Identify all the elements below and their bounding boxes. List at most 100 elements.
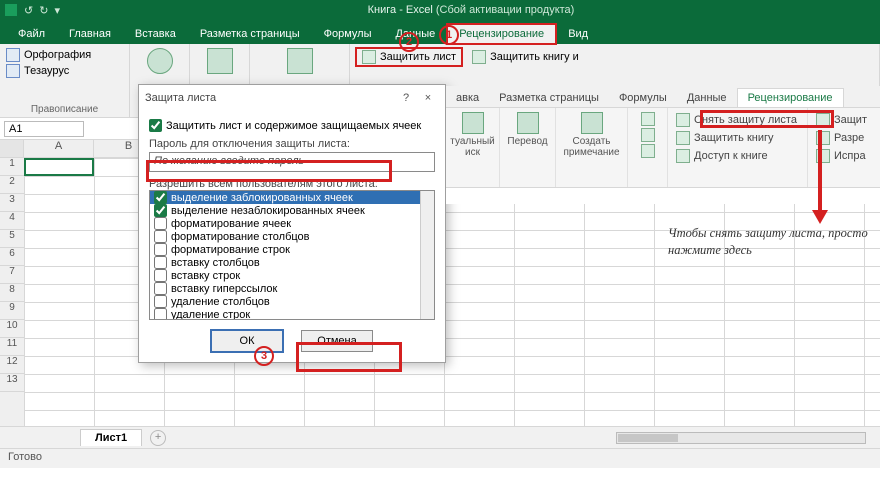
permission-checkbox[interactable] [154, 191, 167, 204]
protect-contents-label: Защитить лист и содержимое защищаемых яч… [166, 120, 421, 132]
permission-checkbox[interactable] [154, 308, 167, 320]
redo-icon[interactable]: ↻ [39, 4, 48, 17]
permission-item[interactable]: удаление столбцов [150, 295, 434, 308]
tab-formulas[interactable]: Формулы [312, 24, 384, 44]
qat-dropdown-icon[interactable]: ▾ [54, 4, 60, 17]
row-header[interactable]: 2 [0, 176, 24, 194]
name-box[interactable]: A1 [4, 121, 84, 137]
virtual-ink-label[interactable]: туальный иск [450, 136, 494, 158]
info-icon [147, 48, 173, 74]
spelling-button[interactable]: Орфография [6, 48, 123, 62]
tab-page-layout[interactable]: Разметка страницы [188, 24, 312, 44]
prev-comment-icon[interactable] [641, 112, 655, 126]
horizontal-scrollbar[interactable] [616, 432, 866, 444]
permission-checkbox[interactable] [154, 230, 167, 243]
permission-checkbox[interactable] [154, 282, 167, 295]
permission-checkbox[interactable] [154, 243, 167, 256]
add-sheet-button[interactable]: + [150, 430, 166, 446]
permissions-scrollbar[interactable] [420, 191, 434, 319]
row-header[interactable]: 1 [0, 158, 24, 176]
sheet-tab[interactable]: Лист1 [80, 429, 142, 446]
new-comment-button-2[interactable]: Создать примечание [563, 136, 619, 158]
tab-home[interactable]: Главная [57, 24, 123, 44]
row-header[interactable]: 12 [0, 356, 24, 374]
row-header[interactable]: 6 [0, 248, 24, 266]
row-header[interactable]: 9 [0, 302, 24, 320]
translate-button[interactable] [203, 46, 237, 76]
help-button[interactable]: ? [395, 92, 417, 104]
tab2-review[interactable]: Рецензирование [737, 88, 844, 107]
row-header[interactable]: 5 [0, 230, 24, 248]
protect-workbook-button[interactable]: Защитить книгу и [468, 48, 583, 66]
unprotect-sheet-button[interactable]: Снять защиту листа [674, 112, 799, 128]
row-headers: 1 2 3 4 5 6 7 8 9 10 11 12 13 [0, 158, 24, 426]
row-header[interactable]: 3 [0, 194, 24, 212]
permission-label: форматирование строк [171, 244, 290, 256]
permission-item[interactable]: удаление строк [150, 308, 434, 320]
save-icon[interactable] [4, 3, 18, 17]
password-input[interactable]: По желанию введите пароль [149, 152, 435, 172]
permission-checkbox[interactable] [154, 256, 167, 269]
quick-access-toolbar: ↺ ↻ ▾ Книга - Excel (Сбой активации прод… [0, 0, 880, 20]
thesaurus-button[interactable]: Тезаурус [6, 64, 123, 78]
tab-file[interactable]: Файл [6, 24, 57, 44]
permission-item[interactable]: выделение незаблокированных ячеек [150, 204, 434, 217]
next-comment-icon[interactable] [641, 128, 655, 142]
protect-sheet-button[interactable]: Защитить лист [356, 48, 462, 66]
tab-insert[interactable]: Вставка [123, 24, 188, 44]
show-comments-icon[interactable] [641, 144, 655, 158]
tab-view[interactable]: Вид [556, 24, 600, 44]
ok-button[interactable]: ОК [211, 330, 283, 352]
tab2-page-layout[interactable]: Разметка страницы [489, 89, 609, 107]
permissions-list[interactable]: выделение заблокированных ячееквыделение… [149, 190, 435, 320]
close-button[interactable]: × [417, 92, 439, 104]
comment-icon [287, 48, 313, 74]
row-header[interactable]: 10 [0, 320, 24, 338]
row-header[interactable]: 13 [0, 374, 24, 392]
permission-item[interactable]: вставку гиперссылок [150, 282, 434, 295]
permission-label: форматирование столбцов [171, 231, 310, 243]
permission-label: форматирование ячеек [171, 218, 291, 230]
permission-checkbox[interactable] [154, 269, 167, 282]
tab2-insert[interactable]: авка [446, 89, 489, 107]
permission-item[interactable]: вставку строк [150, 269, 434, 282]
share-workbook-button[interactable]: Доступ к книге [674, 148, 770, 164]
permission-item[interactable]: форматирование ячеек [150, 217, 434, 230]
annotation-note: Чтобы снять защиту листа, просто нажмите… [668, 225, 873, 259]
callout-arrow-head [812, 210, 828, 224]
translate-icon-2 [517, 112, 539, 134]
shield-icon [362, 50, 376, 64]
translate-button-2[interactable]: Перевод [507, 136, 547, 147]
track-changes-button[interactable]: Испра [814, 148, 868, 164]
permission-item[interactable]: выделение заблокированных ячеек [150, 191, 434, 204]
permission-label: вставку столбцов [171, 257, 260, 269]
permission-checkbox[interactable] [154, 204, 167, 217]
secondary-tabs: авка Разметка страницы Формулы Данные Ре… [446, 86, 880, 108]
status-bar: Готово [0, 448, 880, 468]
new-comment-button[interactable] [283, 46, 317, 76]
permission-checkbox[interactable] [154, 217, 167, 230]
secondary-ribbon-overlay: авка Разметка страницы Формулы Данные Ре… [446, 86, 880, 204]
row-header[interactable]: 8 [0, 284, 24, 302]
cancel-button[interactable]: Отмена [301, 330, 373, 352]
protect-workbook-button-2[interactable]: Защитить книгу [674, 130, 776, 146]
protect-share-button[interactable]: Защит [814, 112, 869, 128]
permission-item[interactable]: форматирование строк [150, 243, 434, 256]
undo-icon[interactable]: ↺ [24, 4, 33, 17]
tab2-data[interactable]: Данные [677, 89, 737, 107]
group-proofing-label: Правописание [6, 104, 123, 115]
tab-review[interactable]: Рецензирование [447, 24, 556, 44]
permission-item[interactable]: вставку столбцов [150, 256, 434, 269]
smart-lookup-button[interactable] [143, 46, 177, 76]
row-header[interactable]: 7 [0, 266, 24, 284]
col-header[interactable]: A [24, 140, 94, 157]
select-all-corner[interactable] [0, 140, 24, 157]
row-header[interactable]: 11 [0, 338, 24, 356]
tab-data[interactable]: Данные [383, 24, 447, 44]
tab2-formulas[interactable]: Формулы [609, 89, 677, 107]
permission-checkbox[interactable] [154, 295, 167, 308]
protect-contents-checkbox[interactable]: Защитить лист и содержимое защищаемых яч… [149, 119, 435, 132]
row-header[interactable]: 4 [0, 212, 24, 230]
permission-item[interactable]: форматирование столбцов [150, 230, 434, 243]
protect-contents-input[interactable] [149, 119, 162, 132]
